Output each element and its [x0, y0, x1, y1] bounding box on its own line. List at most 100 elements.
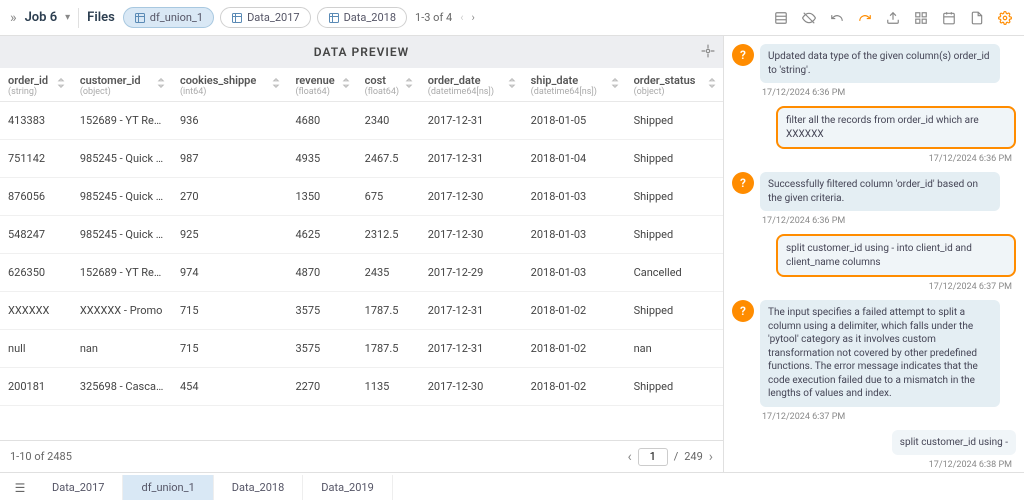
col-dtype: (float64) [295, 87, 348, 97]
table-row[interactable]: XXXXXXXXXXXX - Promo71535751787.52017-12… [0, 292, 723, 330]
cell: 2017-12-31 [420, 140, 523, 178]
col-dtype: (int64) [180, 87, 280, 97]
cell: 2018-01-03 [523, 254, 626, 292]
file-pill[interactable]: df_union_1 [123, 7, 214, 28]
file-pill[interactable]: Data_2018 [317, 7, 407, 28]
cell: 4870 [287, 254, 356, 292]
hamburger-icon[interactable]: ☰ [6, 481, 34, 495]
table-row[interactable]: 751142985245 - Quick ...98749352467.5201… [0, 140, 723, 178]
cell: Shipped [626, 368, 723, 406]
cell: 925 [172, 216, 288, 254]
bottom-tab[interactable]: Data_2017 [34, 475, 123, 500]
col-name: order_status [634, 74, 696, 87]
bottom-tab[interactable]: Data_2018 [214, 475, 303, 500]
col-dtype: (object) [634, 87, 715, 97]
col-dtype: (object) [80, 87, 164, 97]
column-header[interactable]: order_id(string) [0, 68, 72, 102]
column-header[interactable]: ship_date(datetime64[ns]) [523, 68, 626, 102]
settings-icon[interactable] [996, 9, 1014, 27]
cell: 715 [172, 330, 288, 368]
cell: 200181 [0, 368, 72, 406]
job-label: Job 6 [25, 10, 58, 25]
column-header[interactable]: revenue(float64) [287, 68, 356, 102]
cell: 4935 [287, 140, 356, 178]
chat-bubble: split customer_id using - into client_id… [776, 234, 1016, 277]
chat-bubble: Updated data type of the given column(s)… [760, 44, 1000, 83]
file-prev-icon[interactable]: ‹ [460, 11, 463, 24]
column-header[interactable]: cookies_shippe(int64) [172, 68, 288, 102]
col-name: cookies_shippe [180, 74, 256, 87]
file-pill[interactable]: Data_2017 [220, 7, 310, 28]
table-row[interactable]: 200181325698 - Cascad...454227011352017-… [0, 368, 723, 406]
cell: 2017-12-31 [420, 102, 523, 140]
chat-timestamp: 17/12/2024 6:38 PM [732, 460, 1016, 470]
page-next-icon[interactable]: › [709, 449, 713, 465]
cell: 936 [172, 102, 288, 140]
cell: 270 [172, 178, 288, 216]
doc-icon[interactable] [968, 9, 986, 27]
cell: 2018-01-02 [523, 292, 626, 330]
cell: 876056 [0, 178, 72, 216]
cell: 2017-12-30 [420, 216, 523, 254]
cell: 2017-12-31 [420, 292, 523, 330]
table-row[interactable]: 876056985245 - Quick ...27013506752017-1… [0, 178, 723, 216]
files-label: Files [87, 10, 115, 25]
cell: nan [626, 330, 723, 368]
cell: XXXXXX - Promo [72, 292, 172, 330]
column-header[interactable]: customer_id(object) [72, 68, 172, 102]
export-icon[interactable] [884, 9, 902, 27]
calendar-icon[interactable] [940, 9, 958, 27]
chat-message: split customer_id using - [732, 430, 1016, 456]
column-header[interactable]: order_date(datetime64[ns]) [420, 68, 523, 102]
cell: 4625 [287, 216, 356, 254]
cell: 3575 [287, 292, 356, 330]
bottom-tabs: ☰ Data_2017df_union_1Data_2018Data_2019 [0, 472, 1024, 502]
cell: 675 [357, 178, 420, 216]
cell: 2018-01-03 [523, 216, 626, 254]
cell: 2017-12-30 [420, 368, 523, 406]
table-row[interactable]: 626350152689 - YT Rest...974487024352017… [0, 254, 723, 292]
cell: 2018-01-02 [523, 330, 626, 368]
chat-message: split customer_id using - into client_id… [732, 234, 1016, 277]
column-header[interactable]: cost(float64) [357, 68, 420, 102]
col-dtype: (datetime64[ns]) [428, 87, 515, 97]
cell: 2017-12-31 [420, 330, 523, 368]
app-icon[interactable] [912, 9, 930, 27]
table-row[interactable]: 548247985245 - Quick ...92546252312.5201… [0, 216, 723, 254]
bottom-tab[interactable]: df_union_1 [123, 475, 213, 500]
cell: 1787.5 [357, 330, 420, 368]
cell: 985245 - Quick ... [72, 140, 172, 178]
row-count: 1-10 of 2485 [10, 450, 72, 463]
gear-icon[interactable] [701, 44, 715, 61]
cell: 2467.5 [357, 140, 420, 178]
grid-icon[interactable] [772, 9, 790, 27]
column-header[interactable]: order_status(object) [626, 68, 723, 102]
collapse-icon[interactable]: » [10, 10, 17, 26]
chat-message: filter all the records from order_id whi… [732, 106, 1016, 149]
assistant-avatar: ? [732, 44, 754, 66]
table-row[interactable]: nullnan71535751787.52017-12-312018-01-02… [0, 330, 723, 368]
cell: Shipped [626, 102, 723, 140]
page-prev-icon[interactable]: ‹ [627, 449, 631, 465]
chat-timestamp: 17/12/2024 6:37 PM [732, 412, 1016, 422]
cell: Cancelled [626, 254, 723, 292]
page-input[interactable] [638, 448, 668, 466]
job-dropdown-icon[interactable]: ▾ [65, 12, 70, 23]
cell: Shipped [626, 140, 723, 178]
undo-icon[interactable] [828, 9, 846, 27]
chat-message: ?The input specifies a failed attempt to… [732, 300, 1016, 407]
col-dtype: (float64) [365, 87, 412, 97]
cell: 2270 [287, 368, 356, 406]
bottom-tab[interactable]: Data_2019 [303, 475, 392, 500]
chat-bubble: Successfully filtered column 'order_id' … [760, 172, 1000, 211]
chat-message: ?Successfully filtered column 'order_id'… [732, 172, 1016, 211]
eye-off-icon[interactable] [800, 9, 818, 27]
cell: 974 [172, 254, 288, 292]
chat-timestamp: 17/12/2024 6:37 PM [732, 282, 1016, 292]
file-next-icon[interactable]: › [472, 11, 475, 24]
cell: XXXXXX [0, 292, 72, 330]
cell: Shipped [626, 178, 723, 216]
table-row[interactable]: 413383152689 - YT Rest...936468023402017… [0, 102, 723, 140]
cell: 2312.5 [357, 216, 420, 254]
redo-icon[interactable] [856, 9, 874, 27]
